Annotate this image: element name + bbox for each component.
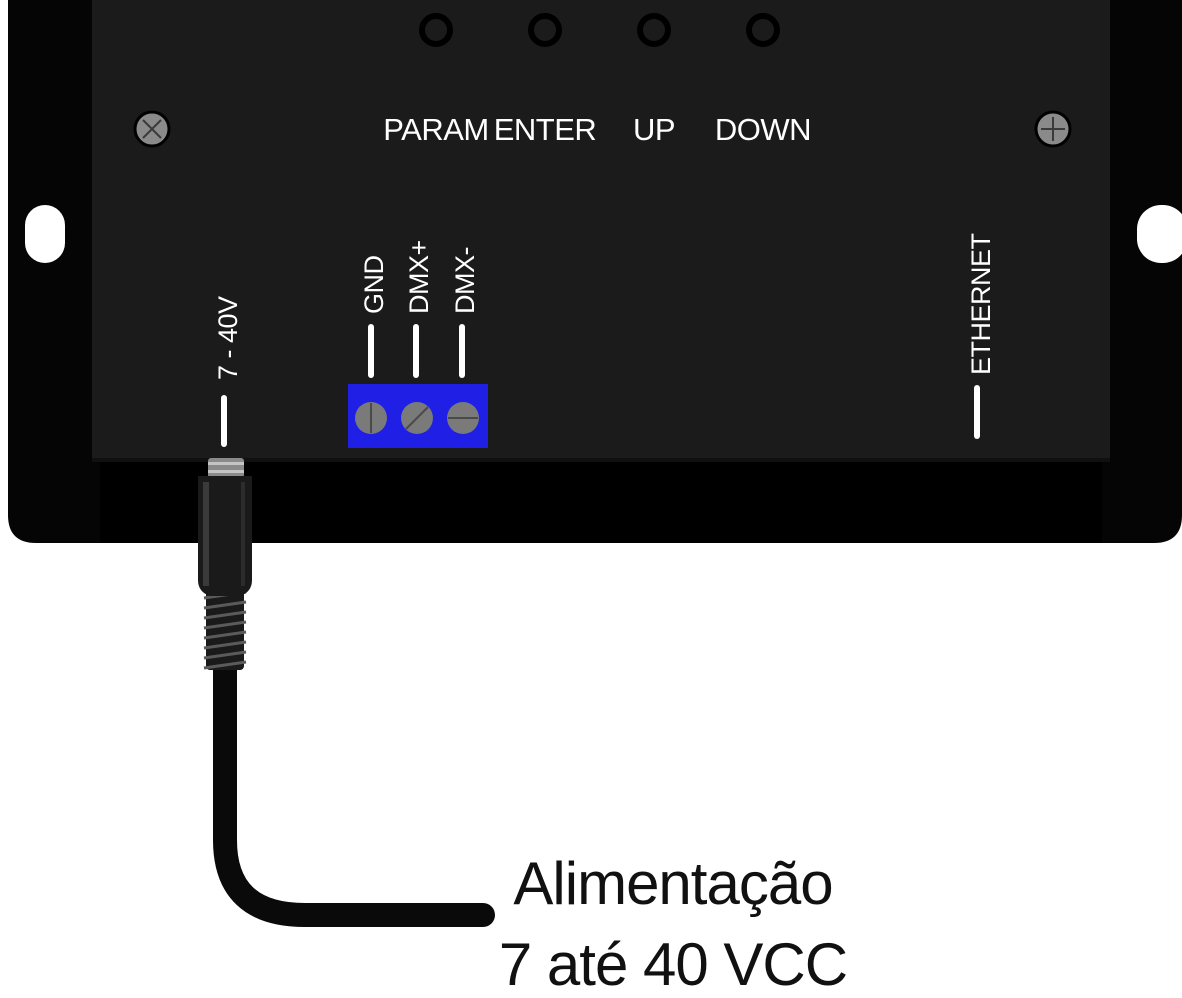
terminal-screw-gnd[interactable] bbox=[355, 402, 387, 434]
ethernet-label: ETHERNET bbox=[966, 233, 996, 375]
terminal-block bbox=[348, 384, 488, 448]
front-edge bbox=[92, 458, 1110, 462]
diagram-canvas: PARAM ENTER UP DOWN 7 - 40V GND DMX+ DMX… bbox=[0, 0, 1182, 998]
terminal-tick-dmx-plus bbox=[413, 324, 419, 378]
mounting-slot-right bbox=[1137, 205, 1182, 263]
cable-wire bbox=[213, 648, 495, 927]
button-label-param: PARAM bbox=[383, 112, 488, 147]
caption-line-2: 7 até 40 VCC bbox=[499, 931, 847, 993]
button-label-enter: ENTER bbox=[494, 112, 597, 147]
terminal-tick-dmx-minus bbox=[459, 324, 465, 378]
terminal-label-dmx-plus: DMX+ bbox=[404, 240, 434, 314]
cable-strain-relief bbox=[203, 588, 247, 670]
screw-right bbox=[1034, 110, 1072, 148]
plug-metal-tip bbox=[208, 458, 244, 478]
button-label-down: DOWN bbox=[715, 112, 811, 147]
terminal-screw-dmx-minus[interactable] bbox=[447, 402, 479, 434]
terminal-label-gnd: GND bbox=[359, 256, 389, 315]
device-enclosure bbox=[0, 0, 1182, 543]
mounting-slot-left bbox=[25, 205, 65, 263]
terminal-tick-gnd bbox=[368, 324, 374, 378]
button-label-up: UP bbox=[633, 112, 675, 147]
power-plug bbox=[198, 458, 252, 596]
caption-line-1: Alimentação bbox=[513, 850, 832, 917]
power-port-tick bbox=[221, 395, 227, 447]
terminal-screw-dmx-plus[interactable] bbox=[401, 402, 433, 434]
terminal-label-dmx-minus: DMX- bbox=[450, 247, 480, 314]
top-panel bbox=[92, 0, 1110, 460]
screw-left bbox=[133, 110, 171, 148]
ethernet-tick bbox=[974, 385, 980, 439]
power-cable bbox=[213, 648, 495, 927]
power-port-label: 7 - 40V bbox=[213, 296, 243, 380]
